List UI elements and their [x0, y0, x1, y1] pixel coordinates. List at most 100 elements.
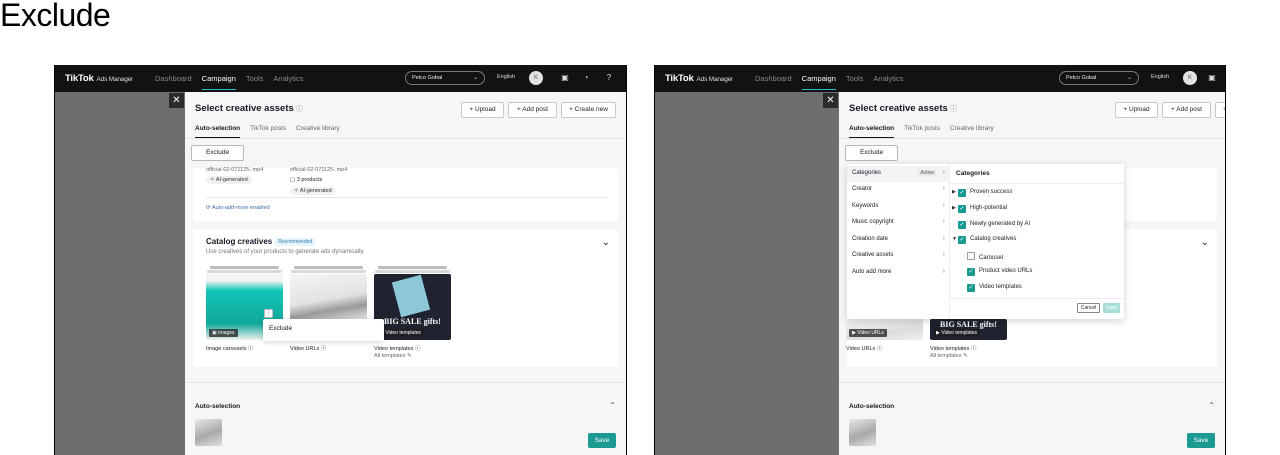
filter-creative-assets[interactable]: Creative assets ›	[847, 248, 950, 264]
recommended-badge: Recommended	[275, 238, 316, 246]
nav-campaign[interactable]: Campaign	[201, 68, 237, 90]
chevron-right-icon: ›	[942, 185, 945, 192]
product-image	[391, 274, 431, 318]
option-proven-success[interactable]: ▶ ✓ Proven success	[952, 189, 1012, 197]
filter-music-copyright[interactable]: Music copyright ›	[847, 215, 950, 231]
info-icon[interactable]: ⓘ	[950, 106, 957, 113]
video-templates-thumb[interactable]: BIG SALE gifts! ▶ Video templates	[374, 274, 451, 340]
account-selector[interactable]: Petco Gobal ⌄	[1059, 71, 1139, 85]
tab-auto-selection[interactable]: Auto-selection	[849, 125, 895, 138]
tabs-divider	[185, 138, 626, 139]
exclude-button[interactable]: Exclude	[845, 145, 898, 161]
filter-keywords[interactable]: Keywords ›	[847, 199, 950, 215]
filter-creation-date[interactable]: Creation date ›	[847, 232, 950, 248]
close-icon[interactable]: ✕	[823, 93, 838, 108]
auto-selection-title: Auto-selection	[849, 403, 895, 410]
upload-button[interactable]: + Upload	[1115, 102, 1158, 118]
chevron-right-icon: ›	[942, 235, 945, 242]
option-video-templates[interactable]: ✓ Video templates	[967, 284, 1022, 292]
tab-auto-selection[interactable]: Auto-selection	[195, 125, 241, 138]
chevron-up-icon[interactable]: ⌃	[1208, 401, 1215, 410]
nav-analytics[interactable]: Analytics	[273, 68, 303, 89]
chevron-right-icon: ›	[942, 268, 945, 275]
catalog-subtitle: Use creatives of your products to genera…	[206, 249, 365, 255]
filter-creator[interactable]: Creator ›	[847, 182, 950, 198]
filter-categories[interactable]: Categories Active ›	[847, 166, 950, 182]
active-badge: Active	[918, 170, 936, 176]
checkbox[interactable]: ✓	[958, 221, 966, 229]
account-selector[interactable]: Petco Gobal ⌄	[405, 71, 485, 85]
video-urls-tag: ▶ Video URLs	[849, 329, 887, 337]
close-icon[interactable]: ✕	[169, 93, 184, 108]
checkbox[interactable]: ✓	[967, 284, 975, 292]
chevron-right-icon: ›	[942, 251, 945, 258]
language-selector[interactable]: English	[1151, 74, 1169, 80]
sale-text: BIG SALE gifts!	[940, 320, 997, 329]
checkbox[interactable]	[967, 252, 975, 260]
creative-assets-panel: Select creative assets ⓘ + Upload + Add p…	[185, 92, 626, 455]
all-templates-link[interactable]: All templates ✎	[374, 353, 412, 359]
tab-creative-library[interactable]: Creative library	[950, 125, 994, 138]
language-selector[interactable]: English	[497, 74, 515, 80]
video-urls-thumb[interactable]: ▶ Video URLs	[846, 319, 923, 340]
checkbox[interactable]: ✓	[958, 189, 966, 197]
tab-tiktok-posts[interactable]: TikTok posts	[250, 125, 286, 138]
cancel-button[interactable]: Cancel	[1077, 303, 1100, 313]
exclude-button[interactable]: Exclude	[191, 145, 244, 161]
help-icon[interactable]: ?	[604, 73, 614, 83]
tab-creative-library[interactable]: Creative library	[296, 125, 340, 138]
upload-button[interactable]: + Upload	[461, 102, 504, 118]
checkbox[interactable]: ✓	[958, 205, 966, 213]
option-product-video-urls[interactable]: ✓ Product video URLs	[967, 268, 1032, 276]
tiktok-logo: TikTok Ads Manager	[665, 73, 734, 84]
context-menu-exclude[interactable]: Exclude	[269, 325, 292, 332]
chevron-down-icon[interactable]: ⌄	[602, 237, 610, 248]
divider	[206, 197, 606, 198]
nav-analytics[interactable]: Analytics	[873, 68, 903, 89]
auto-add-more-link[interactable]: ⟳ Auto-add-more enabled	[206, 205, 270, 211]
add-post-button[interactable]: + Add post	[1162, 102, 1211, 118]
option-high-potential[interactable]: ▶ ✓ High-potential	[952, 205, 1007, 213]
filter-type-list: Categories Active › Creator › Keywords › Mus…	[847, 164, 950, 319]
nav-dashboard[interactable]: Dashboard	[155, 68, 192, 89]
nav-tools[interactable]: Tools	[846, 68, 864, 89]
tabs: Auto-selection TikTok posts Creative lib…	[849, 125, 994, 138]
add-post-button[interactable]: + Add post	[508, 102, 557, 118]
checkbox[interactable]: ✓	[967, 268, 975, 276]
save-button[interactable]: Save	[588, 433, 616, 448]
option-catalog-creatives[interactable]: ▼ ✓ Catalog creatives	[952, 236, 1016, 244]
more-options-icon[interactable]: ⋮	[264, 309, 273, 318]
panel-title: Select creative assets ⓘ	[195, 103, 303, 114]
nav-dashboard[interactable]: Dashboard	[755, 68, 792, 89]
tab-tiktok-posts[interactable]: TikTok posts	[904, 125, 940, 138]
exclude-dropdown: Categories Active › Creator › Keywords › Mus…	[847, 164, 1124, 319]
top-nav: TikTok Ads Manager Dashboard Campaign Too…	[655, 65, 1225, 92]
create-new-button[interactable]: + Create new	[1215, 102, 1225, 118]
briefcase-icon[interactable]: ▣	[1207, 73, 1217, 83]
option-carousel[interactable]: Carousel	[967, 252, 1003, 261]
chevron-right-icon: ›	[942, 218, 945, 225]
stack-layer	[375, 270, 450, 273]
avatar[interactable]: K	[529, 71, 543, 85]
filter-auto-add-more[interactable]: Auto add more ›	[847, 265, 950, 281]
create-new-button[interactable]: + Create new	[561, 102, 616, 118]
nav-tools[interactable]: Tools	[246, 68, 264, 89]
nav-campaign[interactable]: Campaign	[801, 68, 837, 90]
panel-title: Select creative assets ⓘ	[849, 103, 957, 114]
checkbox[interactable]: ✓	[958, 236, 966, 244]
chevron-up-icon[interactable]: ⌃	[609, 401, 616, 410]
bell-icon[interactable]: ◔	[581, 73, 591, 83]
video-templates-thumb[interactable]: BIG SALE gifts! ▶ Video templates	[930, 319, 1007, 340]
dropdown-save-button[interactable]: Save	[1103, 303, 1120, 313]
save-button[interactable]: Save	[1187, 433, 1215, 448]
stack-layer	[207, 270, 282, 273]
chevron-down-icon[interactable]: ⌄	[1201, 237, 1209, 248]
selected-asset-thumb	[195, 419, 222, 446]
avatar[interactable]: K	[1183, 71, 1197, 85]
briefcase-icon[interactable]: ▣	[560, 73, 570, 83]
stack-layer	[294, 266, 363, 269]
divider	[950, 183, 1124, 184]
option-newly-generated-by-ai[interactable]: ✓ Newly generated by AI	[952, 221, 1030, 229]
info-icon[interactable]: ⓘ	[296, 106, 303, 113]
all-templates-link[interactable]: All templates ✎	[930, 353, 968, 359]
